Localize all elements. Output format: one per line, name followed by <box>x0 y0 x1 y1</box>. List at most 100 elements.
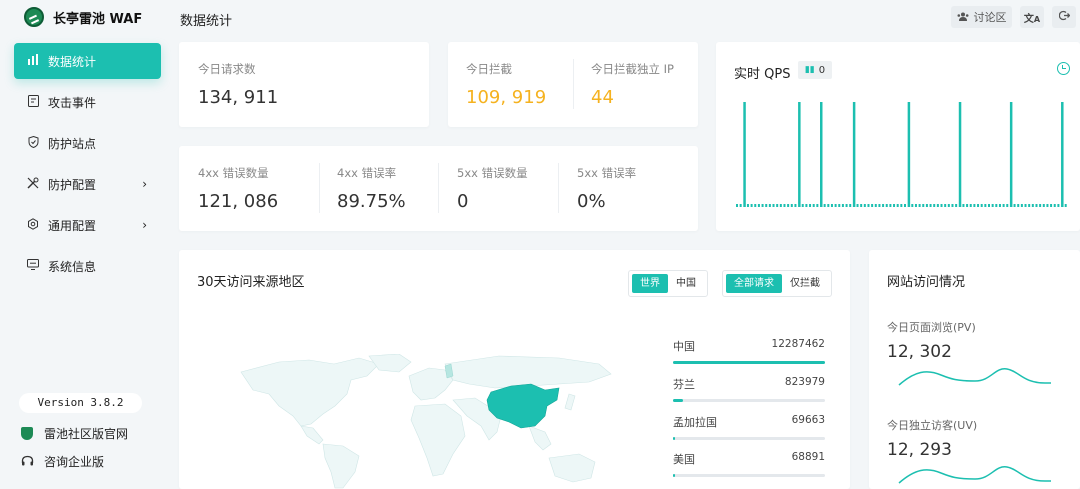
qps-baseline-dot <box>746 204 749 207</box>
qps-baseline-dot <box>1006 204 1009 207</box>
qps-baseline-dot <box>761 204 764 207</box>
type-toggle: 全部请求 仅拦截 <box>722 270 832 297</box>
qps-baseline-dot <box>805 204 808 207</box>
rank-count: 823979 <box>784 376 825 388</box>
qps-baseline-dot <box>1046 204 1049 207</box>
qps-spike-bar <box>743 102 746 207</box>
divider <box>573 59 574 109</box>
site-access-card: 网站访问情况 今日页面浏览(PV) 12, 302 今日独立访客(UV) 12,… <box>869 250 1080 489</box>
scope-toggle: 世界 中国 <box>628 270 708 297</box>
sidebar: 长亭雷池 WAF 数据统计 攻击事件 防护站点 防护配置 › 通用配置 › 系统… <box>0 0 170 489</box>
history-icon[interactable] <box>1057 62 1070 75</box>
qps-baseline-dot <box>754 204 757 207</box>
discuss-button[interactable]: 讨论区 <box>951 6 1012 28</box>
community-site-link[interactable]: 雷池社区版官网 <box>20 425 128 442</box>
qps-baseline-dot <box>969 204 972 207</box>
qps-baseline-dot <box>933 204 936 207</box>
5xx-rate-label: 5xx 错误率 <box>577 166 637 180</box>
nav-item-protection-config[interactable]: 防护配置 › <box>14 166 161 202</box>
qps-baseline-dot <box>904 204 906 207</box>
blocked-label: 今日拦截 <box>466 62 512 76</box>
brand[interactable]: 长亭雷池 WAF <box>24 6 142 28</box>
qps-baseline-dot <box>925 204 928 207</box>
qps-baseline-dot <box>929 204 932 207</box>
qps-baseline-dot <box>893 204 896 207</box>
qps-baseline-dot <box>772 204 775 207</box>
qps-baseline-dot <box>947 204 950 207</box>
5xx-count-value: 0 <box>457 191 469 212</box>
blocked-ip-label: 今日拦截独立 IP <box>591 62 674 76</box>
qps-baseline-dot <box>1050 204 1053 207</box>
qps-current-badge: ▮▮ 0 <box>798 61 832 79</box>
qps-baseline-dot <box>984 204 987 207</box>
nav-item-label: 系统信息 <box>48 259 97 274</box>
type-tab-blocked[interactable]: 仅拦截 <box>782 274 828 293</box>
qps-baseline-dot <box>1028 204 1031 207</box>
community-site-label: 雷池社区版官网 <box>44 427 129 441</box>
ranking-item: 中国 12287462 <box>673 338 825 364</box>
nav-item-protected-sites[interactable]: 防护站点 <box>14 125 161 161</box>
nav-item-general-config[interactable]: 通用配置 › <box>14 207 161 243</box>
qps-baseline-dot <box>827 204 830 207</box>
qps-baseline-dot <box>991 204 994 207</box>
qps-baseline-dot <box>988 204 990 207</box>
scope-tab-china[interactable]: 中国 <box>668 274 704 293</box>
logout-icon <box>1058 10 1070 24</box>
event-icon <box>26 94 40 110</box>
qps-baseline-dot <box>889 204 892 207</box>
ranking-item: 美国 68891 <box>673 451 825 477</box>
qps-baseline-dot <box>787 204 790 207</box>
qps-baseline-dot <box>1024 204 1027 207</box>
qps-baseline-dot <box>914 204 917 207</box>
qps-baseline-dot <box>867 204 870 207</box>
qps-spike-bar <box>820 102 823 207</box>
blocked-ip-value: 44 <box>591 87 614 108</box>
nav-item-attack-events[interactable]: 攻击事件 <box>14 84 161 120</box>
qps-baseline-dot <box>900 204 903 207</box>
language-button[interactable]: 文A <box>1020 6 1044 28</box>
qps-title: 实时 QPS <box>734 67 791 82</box>
qps-baseline-dot <box>841 204 844 207</box>
headset-icon <box>20 455 34 469</box>
monitor-icon <box>26 259 40 273</box>
qps-baseline-dot <box>951 204 954 207</box>
4xx-rate-label: 4xx 错误率 <box>337 166 397 180</box>
uv-value: 12, 293 <box>887 440 952 460</box>
type-tab-all[interactable]: 全部请求 <box>726 274 782 293</box>
scope-tab-world[interactable]: 世界 <box>632 274 668 293</box>
rank-bar-fill <box>673 474 675 477</box>
qps-spike-bar <box>958 102 962 207</box>
qps-baseline-dot <box>973 204 976 207</box>
qps-baseline-dot <box>1002 204 1005 207</box>
pv-label: 今日页面浏览(PV) <box>887 321 976 334</box>
qps-baseline-dot <box>995 204 998 207</box>
qps-baseline-dot <box>882 204 885 207</box>
nav-item-label: 防护配置 <box>48 177 97 192</box>
qps-baseline-dot <box>801 204 804 207</box>
qps-baseline-dot <box>922 204 925 207</box>
qps-baseline-dot <box>790 204 793 207</box>
divider <box>438 163 439 213</box>
tools-icon <box>26 177 40 192</box>
qps-baseline-dot <box>794 204 797 207</box>
qps-baseline-dot <box>962 204 965 207</box>
world-map[interactable] <box>239 354 619 489</box>
qps-baseline-dot <box>878 204 881 207</box>
brand-name: 长亭雷池 WAF <box>53 11 143 27</box>
qps-baseline-dot <box>980 204 983 207</box>
blocked-value: 109, 919 <box>466 87 547 108</box>
logout-button[interactable] <box>1052 6 1076 28</box>
qps-baseline-dot <box>823 204 826 207</box>
qps-baseline-dot <box>768 204 771 207</box>
qps-baseline-dot <box>1057 204 1060 207</box>
uv-sparkline <box>898 466 1051 484</box>
rank-bar-fill <box>673 361 825 364</box>
qps-spike-bar <box>1061 102 1064 207</box>
nav-item-dashboard[interactable]: 数据统计 <box>14 43 161 79</box>
enterprise-link[interactable]: 咨询企业版 <box>20 453 104 470</box>
nav-item-system-info[interactable]: 系统信息 <box>14 248 161 284</box>
qps-baseline-dot <box>812 204 815 207</box>
safeline-shield-icon <box>20 427 34 441</box>
qps-baseline-dot <box>783 204 786 207</box>
rank-country: 芬兰 <box>673 378 695 391</box>
